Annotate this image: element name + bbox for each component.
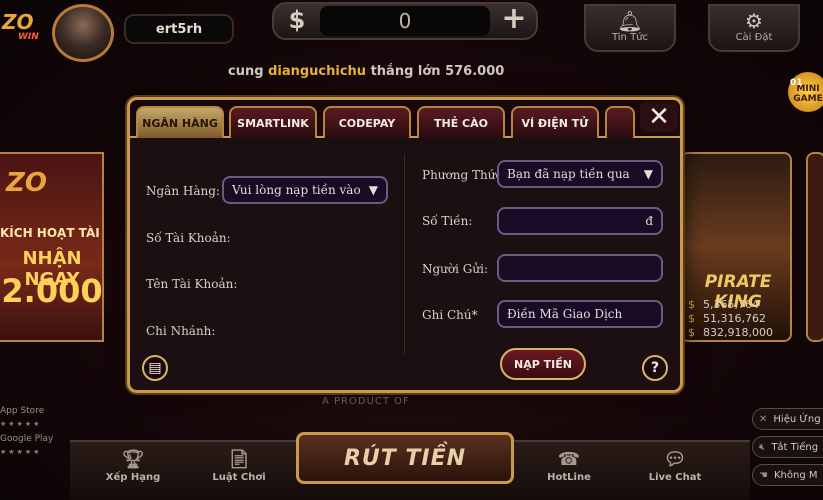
withdraw-button[interactable]: RÚT TIỀN [296, 432, 514, 484]
google-play-label[interactable]: Google Play [0, 434, 53, 444]
dollar-icon: $ [288, 6, 306, 34]
app-store-stars: ★★★★★ [0, 420, 42, 428]
deposit-modal: NGÂN HÀNG SMARTLINK CODEPAY THẺ CÀO VÍ Đ… [127, 97, 683, 393]
mute-toggle[interactable]: 🔇︎ Tắt Tiếng [752, 436, 823, 458]
account-number-label: Số Tài Khoản: [146, 231, 231, 245]
jackpot-row: $832,918,000 [688, 326, 773, 339]
chevron-down-icon: ▼ [643, 167, 653, 181]
column-divider [404, 154, 405, 354]
promo-banner-left[interactable]: ZO KÍCH HOẠT TÀI KHOẢN NHẬN NGAY 2.000 [0, 152, 104, 342]
game-lobby-screen: ZO WIN ert5rh $ 0 + 🔔︎ Tin Tức ⚙ Cài Đặt… [0, 0, 823, 500]
chevron-down-icon: ▼ [368, 183, 378, 197]
phone-icon: ☎ [557, 449, 581, 470]
hotline-label: HotLine [547, 472, 591, 483]
logo-text: ZO [2, 10, 34, 34]
winner-ticker: cung dianguchichu thắng lớn 576.000 [228, 64, 504, 79]
branch-label: Chi Nhánh: [146, 324, 216, 338]
hotline-button[interactable]: ☎ HotLine [524, 448, 614, 498]
live-chat-label: Live Chat [648, 472, 702, 483]
google-play-stars: ★★★★★ [0, 448, 42, 456]
effects-label: Hiệu Ứng [773, 413, 821, 425]
bank-select-value: Vui lòng nạp tiền vào [232, 183, 361, 197]
rules-label: Luật Chơi [212, 472, 266, 483]
banner-line-3: 2.000 [1, 272, 103, 310]
close-button[interactable]: ✕ [640, 102, 678, 132]
tab-smartlink[interactable]: SMARTLINK [229, 106, 317, 138]
jackpot-value: 5,365,764 [703, 298, 759, 311]
amount-field[interactable]: đ [497, 207, 663, 235]
leaderboard-label: Xếp Hạng [105, 472, 161, 483]
bell-icon: 🔔︎ [617, 9, 643, 33]
note-label: Ghi Chú* [422, 308, 478, 322]
tab-more[interactable] [605, 106, 635, 138]
tab-ngan-hang[interactable]: NGÂN HÀNG [136, 106, 224, 138]
account-name-label: Tên Tài Khoản: [146, 277, 238, 291]
live-chat-button[interactable]: 💬︎ Live Chat [630, 448, 720, 498]
bank-label: Ngân Hàng: [146, 184, 220, 198]
settings-label: Cài Đặt [735, 32, 773, 43]
balance-value: 0 [320, 6, 490, 36]
withdraw-label: RÚT TIỀN [343, 445, 467, 471]
gear-icon: ⚙ [745, 9, 763, 33]
ticker-prefix: cung [228, 64, 264, 79]
avatar[interactable] [52, 4, 114, 62]
currency-suffix: đ [645, 214, 653, 228]
rulebook-icon: 📄︎ [227, 449, 251, 470]
third-toggle-label: Không M [773, 469, 818, 481]
amount-label: Số Tiền: [422, 214, 473, 228]
username-display[interactable]: ert5rh [124, 14, 234, 44]
sender-field[interactable] [497, 254, 663, 282]
method-select-value: Bạn đã nạp tiền qua [507, 167, 630, 181]
sender-label: Người Gửi: [422, 262, 488, 276]
news-button[interactable]: 🔔︎ Tin Tức [584, 4, 676, 52]
chat-icon: 💬︎ [663, 449, 687, 470]
method-select[interactable]: Bạn đã nạp tiền qua ▼ [497, 160, 663, 188]
jackpot-row: $5,365,764 [688, 298, 759, 311]
add-funds-button[interactable]: + [498, 4, 530, 36]
pirate-king-game-card[interactable]: PIRATE KING $5,365,764 $51,316,762 $832,… [680, 152, 792, 342]
game-card-partial[interactable] [806, 152, 823, 342]
trophy-icon: 🏆︎ [121, 449, 145, 470]
mini-game-badge: 01 [790, 78, 803, 88]
jackpot-row: $51,316,762 [688, 312, 766, 325]
help-button[interactable]: ? [642, 355, 668, 381]
username-text: ert5rh [155, 21, 203, 37]
banner-logo: ZO [6, 168, 47, 198]
zowin-logo: ZO WIN [2, 10, 48, 50]
note-placeholder: Điền Mã Giao Dịch [507, 307, 623, 321]
ticker-suffix: thắng lớn 576.000 [370, 64, 505, 79]
jackpot-value: 51,316,762 [703, 312, 766, 325]
history-icon[interactable]: ▤ [142, 355, 168, 381]
third-toggle[interactable]: ☚ Không M [752, 464, 823, 486]
app-store-label[interactable]: App Store [0, 406, 44, 416]
settings-button[interactable]: ⚙ Cài Đặt [708, 4, 800, 52]
tab-codepay[interactable]: CODEPAY [323, 106, 411, 138]
deposit-button-label: NẠP TIỀN [514, 357, 572, 371]
news-label: Tin Tức [611, 32, 649, 43]
deposit-button[interactable]: NẠP TIỀN [500, 348, 586, 380]
speaker-muted-icon: 🔇︎ [759, 441, 766, 453]
note-field[interactable]: Điền Mã Giao Dịch [497, 300, 663, 328]
bank-select[interactable]: Vui lòng nạp tiền vào ▼ [222, 176, 388, 204]
ticker-user: dianguchichu [268, 64, 367, 79]
leaderboard-button[interactable]: 🏆︎ Xếp Hạng [88, 448, 178, 498]
tab-vi-dien-tu[interactable]: VÍ ĐIỆN TỬ [511, 106, 599, 138]
hand-icon: ☚ [759, 469, 768, 481]
logo-subtext: WIN [18, 32, 39, 42]
mute-label: Tắt Tiếng [771, 441, 819, 453]
product-of-label: A PRODUCT OF [322, 396, 410, 407]
rules-button[interactable]: 📄︎ Luật Chơi [194, 448, 284, 498]
jackpot-value: 832,918,000 [703, 326, 773, 339]
tab-the-cao[interactable]: THẺ CÀO [417, 106, 505, 138]
effects-toggle[interactable]: ✕ Hiệu Ứng [752, 408, 823, 430]
banner-line-1: KÍCH HOẠT TÀI KHOẢN [0, 226, 102, 240]
method-label: Phương Thức: [422, 168, 507, 182]
effects-icon: ✕ [759, 413, 768, 425]
